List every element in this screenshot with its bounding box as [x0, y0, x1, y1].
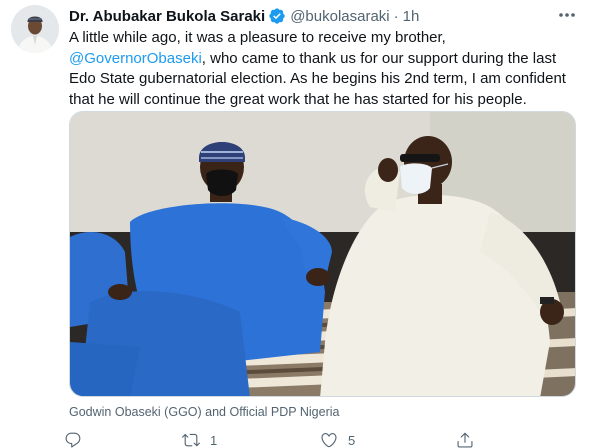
photo-image	[70, 112, 575, 396]
retweet-button[interactable]: 1	[182, 430, 320, 448]
tweet-header: Dr. Abubakar Bukola Saraki @bukolasaraki…	[69, 5, 419, 27]
tweet-text-fragment: , who came to thank us for our support d…	[201, 49, 557, 67]
like-count: 5	[348, 432, 356, 448]
avatar[interactable]	[11, 5, 59, 53]
more-options-button[interactable]	[557, 8, 577, 22]
retweet-count: 1	[210, 432, 218, 448]
share-button[interactable]	[456, 430, 496, 448]
tweet-timestamp[interactable]: 1h	[403, 8, 420, 25]
author-handle[interactable]: @bukolasaraki	[290, 8, 389, 25]
retweet-icon	[182, 433, 200, 447]
author-name[interactable]: Dr. Abubakar Bukola Saraki	[69, 8, 265, 25]
header-separator: ·	[393, 7, 399, 25]
share-icon	[457, 432, 473, 448]
like-button[interactable]: 5	[320, 430, 456, 448]
avatar-image	[11, 5, 59, 53]
tweet-photo[interactable]	[69, 111, 576, 397]
tweet-text-line: @GovernorObaseki, who came to thank us f…	[69, 49, 579, 70]
tweet-text: A little while ago, it was a pleasure to…	[69, 28, 579, 110]
tweet-actions: 1 5	[64, 430, 504, 448]
photo-caption[interactable]: Godwin Obaseki (GGO) and Official PDP Ni…	[69, 405, 339, 419]
tweet-card[interactable]: Dr. Abubakar Bukola Saraki @bukolasaraki…	[0, 0, 591, 448]
reply-button[interactable]	[64, 430, 182, 448]
tweet-text-line: Edo State gubernatorial election. As he …	[69, 70, 566, 87]
mention-link[interactable]: @GovernorObaseki	[69, 50, 202, 67]
tweet-text-line: that he will continue the great work tha…	[69, 90, 527, 108]
tweet-text-line: A little while ago, it was a pleasure to…	[69, 29, 446, 46]
reply-icon	[65, 432, 81, 448]
heart-icon	[321, 433, 337, 448]
more-dots-icon	[559, 13, 575, 17]
verified-badge-icon	[268, 7, 286, 25]
